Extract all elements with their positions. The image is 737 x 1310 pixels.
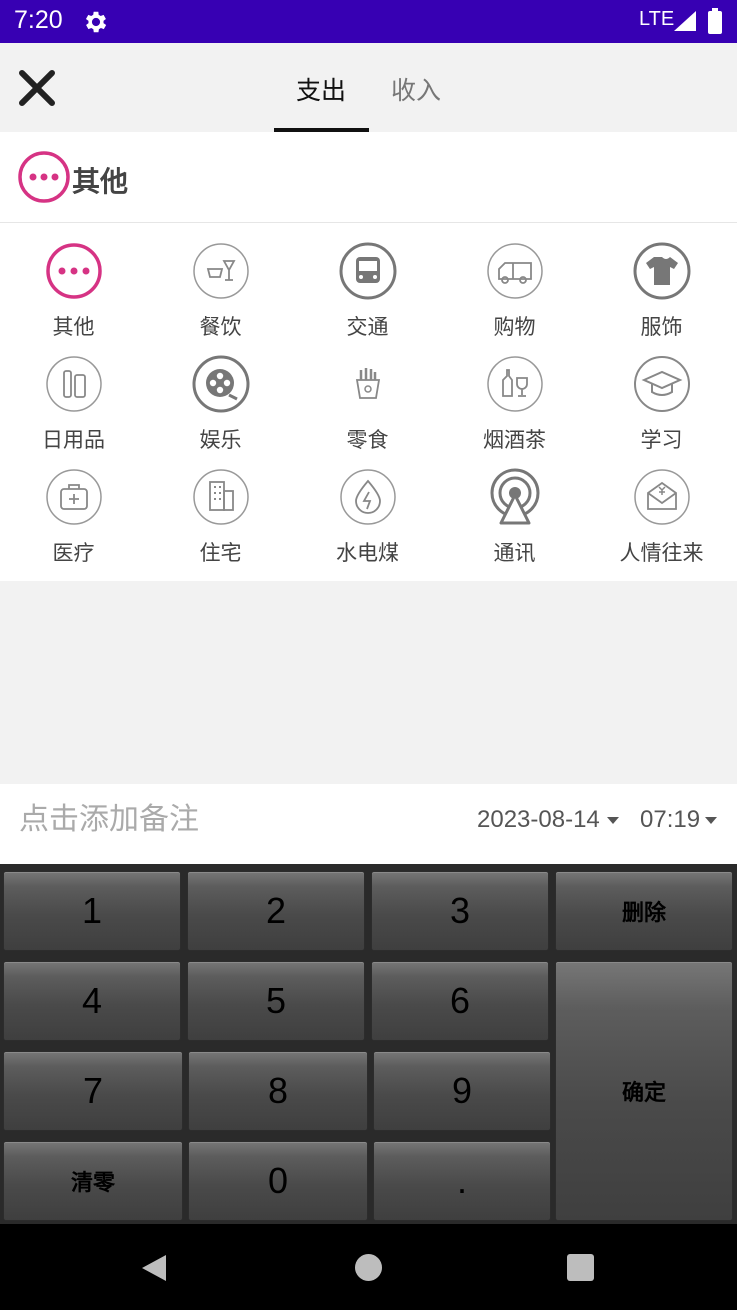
time-dropdown-icon xyxy=(705,817,717,824)
key-1[interactable]: 1 xyxy=(3,871,181,951)
key-dot[interactable]: . xyxy=(373,1141,551,1221)
keypad: 1 2 3 删除 4 5 6 确定 7 8 9 清零 0 . xyxy=(0,864,737,1224)
key-6[interactable]: 6 xyxy=(371,961,549,1041)
tab-expense[interactable]: 支出 xyxy=(296,71,346,107)
key-4[interactable]: 4 xyxy=(3,961,181,1041)
building-icon xyxy=(193,469,249,525)
category-housing[interactable]: 住宅 xyxy=(147,450,294,565)
category-shopping[interactable]: 购物 xyxy=(441,224,588,339)
clear-button[interactable]: 清零 xyxy=(3,1141,183,1221)
category-label: 人情往来 xyxy=(619,541,704,565)
note-input[interactable] xyxy=(19,802,419,837)
category-label: 住宅 xyxy=(199,541,242,565)
category-study[interactable]: 学习 xyxy=(588,337,735,452)
category-entertainment[interactable]: 娱乐 xyxy=(147,337,294,452)
shirt-icon xyxy=(633,242,691,300)
bus-icon xyxy=(339,242,397,300)
date-dropdown-icon xyxy=(607,817,619,824)
key-5[interactable]: 5 xyxy=(187,961,365,1041)
toiletries-icon xyxy=(46,356,102,412)
category-daily-goods[interactable]: 日用品 xyxy=(0,337,147,452)
key-9[interactable]: 9 xyxy=(373,1051,551,1131)
note-row: 2023-08-14 07:19 xyxy=(0,784,737,864)
key-8[interactable]: 8 xyxy=(188,1051,368,1131)
battery-icon xyxy=(708,8,722,34)
category-telecom[interactable]: 通讯 xyxy=(441,450,588,565)
more-icon xyxy=(46,243,102,299)
truck-icon xyxy=(487,243,543,299)
empty-area xyxy=(0,581,737,784)
red-envelope-icon xyxy=(634,469,690,525)
more-icon xyxy=(18,151,70,203)
film-reel-icon xyxy=(192,355,250,413)
graduation-cap-icon xyxy=(634,356,690,412)
category-utilities[interactable]: 水电煤 xyxy=(294,450,441,565)
home-icon[interactable] xyxy=(355,1254,382,1281)
utilities-icon xyxy=(340,469,396,525)
dining-icon xyxy=(193,243,249,299)
settings-icon xyxy=(85,11,107,33)
top-bar: 支出 收入 xyxy=(0,43,737,132)
key-7[interactable]: 7 xyxy=(3,1051,183,1131)
category-label: 水电煤 xyxy=(336,541,399,565)
confirm-button[interactable]: 确定 xyxy=(555,961,733,1221)
category-label: 通讯 xyxy=(493,541,536,565)
status-bar: 7:20 LTE xyxy=(0,0,737,43)
network-type: LTE xyxy=(639,8,675,30)
category-tobacco-alcohol-tea[interactable]: 烟酒茶 xyxy=(441,337,588,452)
category-dining[interactable]: 餐饮 xyxy=(147,224,294,339)
date-selector[interactable]: 2023-08-14 xyxy=(477,806,600,834)
category-snacks[interactable]: 零食 xyxy=(294,337,441,452)
recents-icon[interactable] xyxy=(567,1254,594,1281)
selected-category-label: 其他 xyxy=(72,165,129,198)
category-label: 医疗 xyxy=(52,541,95,565)
selected-category: 其他 xyxy=(0,132,737,223)
nav-bar xyxy=(0,1224,737,1310)
back-icon[interactable] xyxy=(140,1253,168,1283)
bottle-glass-icon xyxy=(487,356,543,412)
category-medical[interactable]: 医疗 xyxy=(0,450,147,565)
category-clothing[interactable]: 服饰 xyxy=(588,224,735,339)
antenna-icon xyxy=(490,468,540,525)
signal-icon xyxy=(674,11,696,31)
time-selector[interactable]: 07:19 xyxy=(640,806,700,834)
fries-icon xyxy=(355,368,381,399)
category-grid: 其他 餐饮 交通 购物 服饰 日用品 娱乐 零食 烟酒茶 学习 医疗 住宅 水电… xyxy=(0,224,737,581)
category-transport[interactable]: 交通 xyxy=(294,224,441,339)
tab-income[interactable]: 收入 xyxy=(391,71,441,107)
key-3[interactable]: 3 xyxy=(371,871,549,951)
category-other[interactable]: 其他 xyxy=(0,224,147,339)
key-2[interactable]: 2 xyxy=(187,871,365,951)
medical-kit-icon xyxy=(46,469,102,525)
status-time: 7:20 xyxy=(14,6,63,34)
category-gifts[interactable]: 人情往来 xyxy=(588,450,735,565)
delete-button[interactable]: 删除 xyxy=(555,871,733,951)
key-0[interactable]: 0 xyxy=(188,1141,368,1221)
close-icon[interactable] xyxy=(14,65,60,111)
